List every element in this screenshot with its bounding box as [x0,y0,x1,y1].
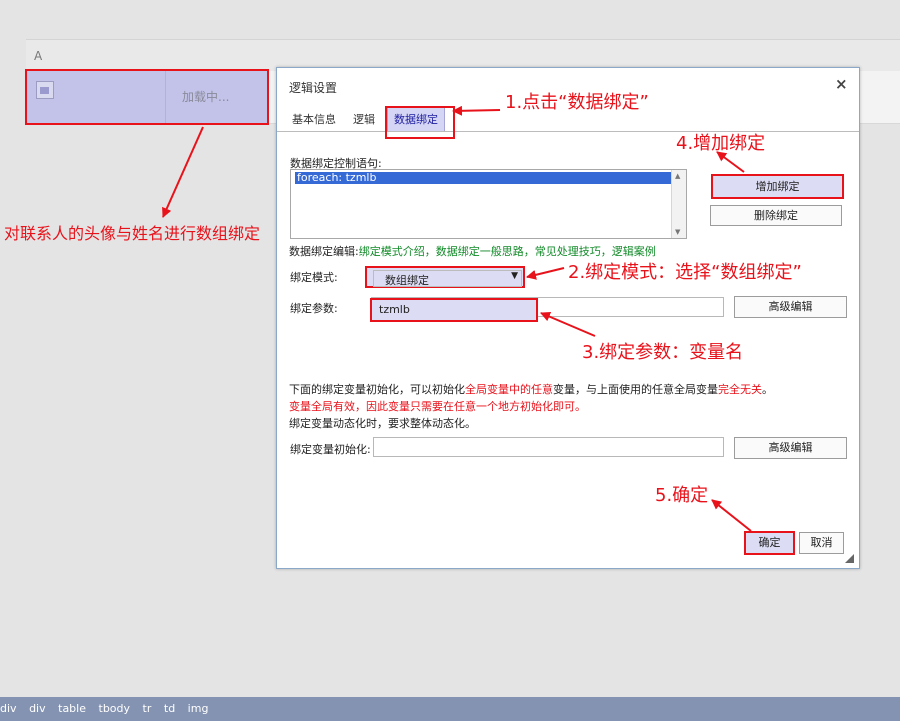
status-bar: div div table tbody tr td img [0,697,900,721]
annotation-step2: 2.绑定模式：选择“数组绑定” [568,262,802,283]
annotation-step1: 1.点击“数据绑定” [505,92,649,113]
arrow-to-tab [452,105,501,116]
annotation-left-note: 对联系人的头像与姓名进行数组绑定 [4,224,261,243]
annotation-step5: 5.确定 [655,485,709,506]
arrow-to-ok [711,499,752,532]
breadcrumb-item[interactable]: table [58,702,86,715]
breadcrumb-item[interactable]: div [0,702,17,715]
breadcrumb-item[interactable]: td [164,702,175,715]
breadcrumb-item[interactable]: img [188,702,209,715]
arrow-to-note [162,126,204,218]
breadcrumb-item[interactable]: tbody [99,702,131,715]
breadcrumb-item[interactable]: tr [143,702,152,715]
arrow-to-param [540,311,596,337]
arrow-to-mode [526,267,565,280]
annotation-arrows [162,105,752,532]
annotation-step3: 3.绑定参数：变量名 [582,342,744,363]
breadcrumb: div div table tbody tr td img [0,702,217,715]
arrow-to-add-button [716,151,745,173]
breadcrumb-item[interactable]: div [29,702,46,715]
annotation-step4: 4.增加绑定 [676,133,766,154]
